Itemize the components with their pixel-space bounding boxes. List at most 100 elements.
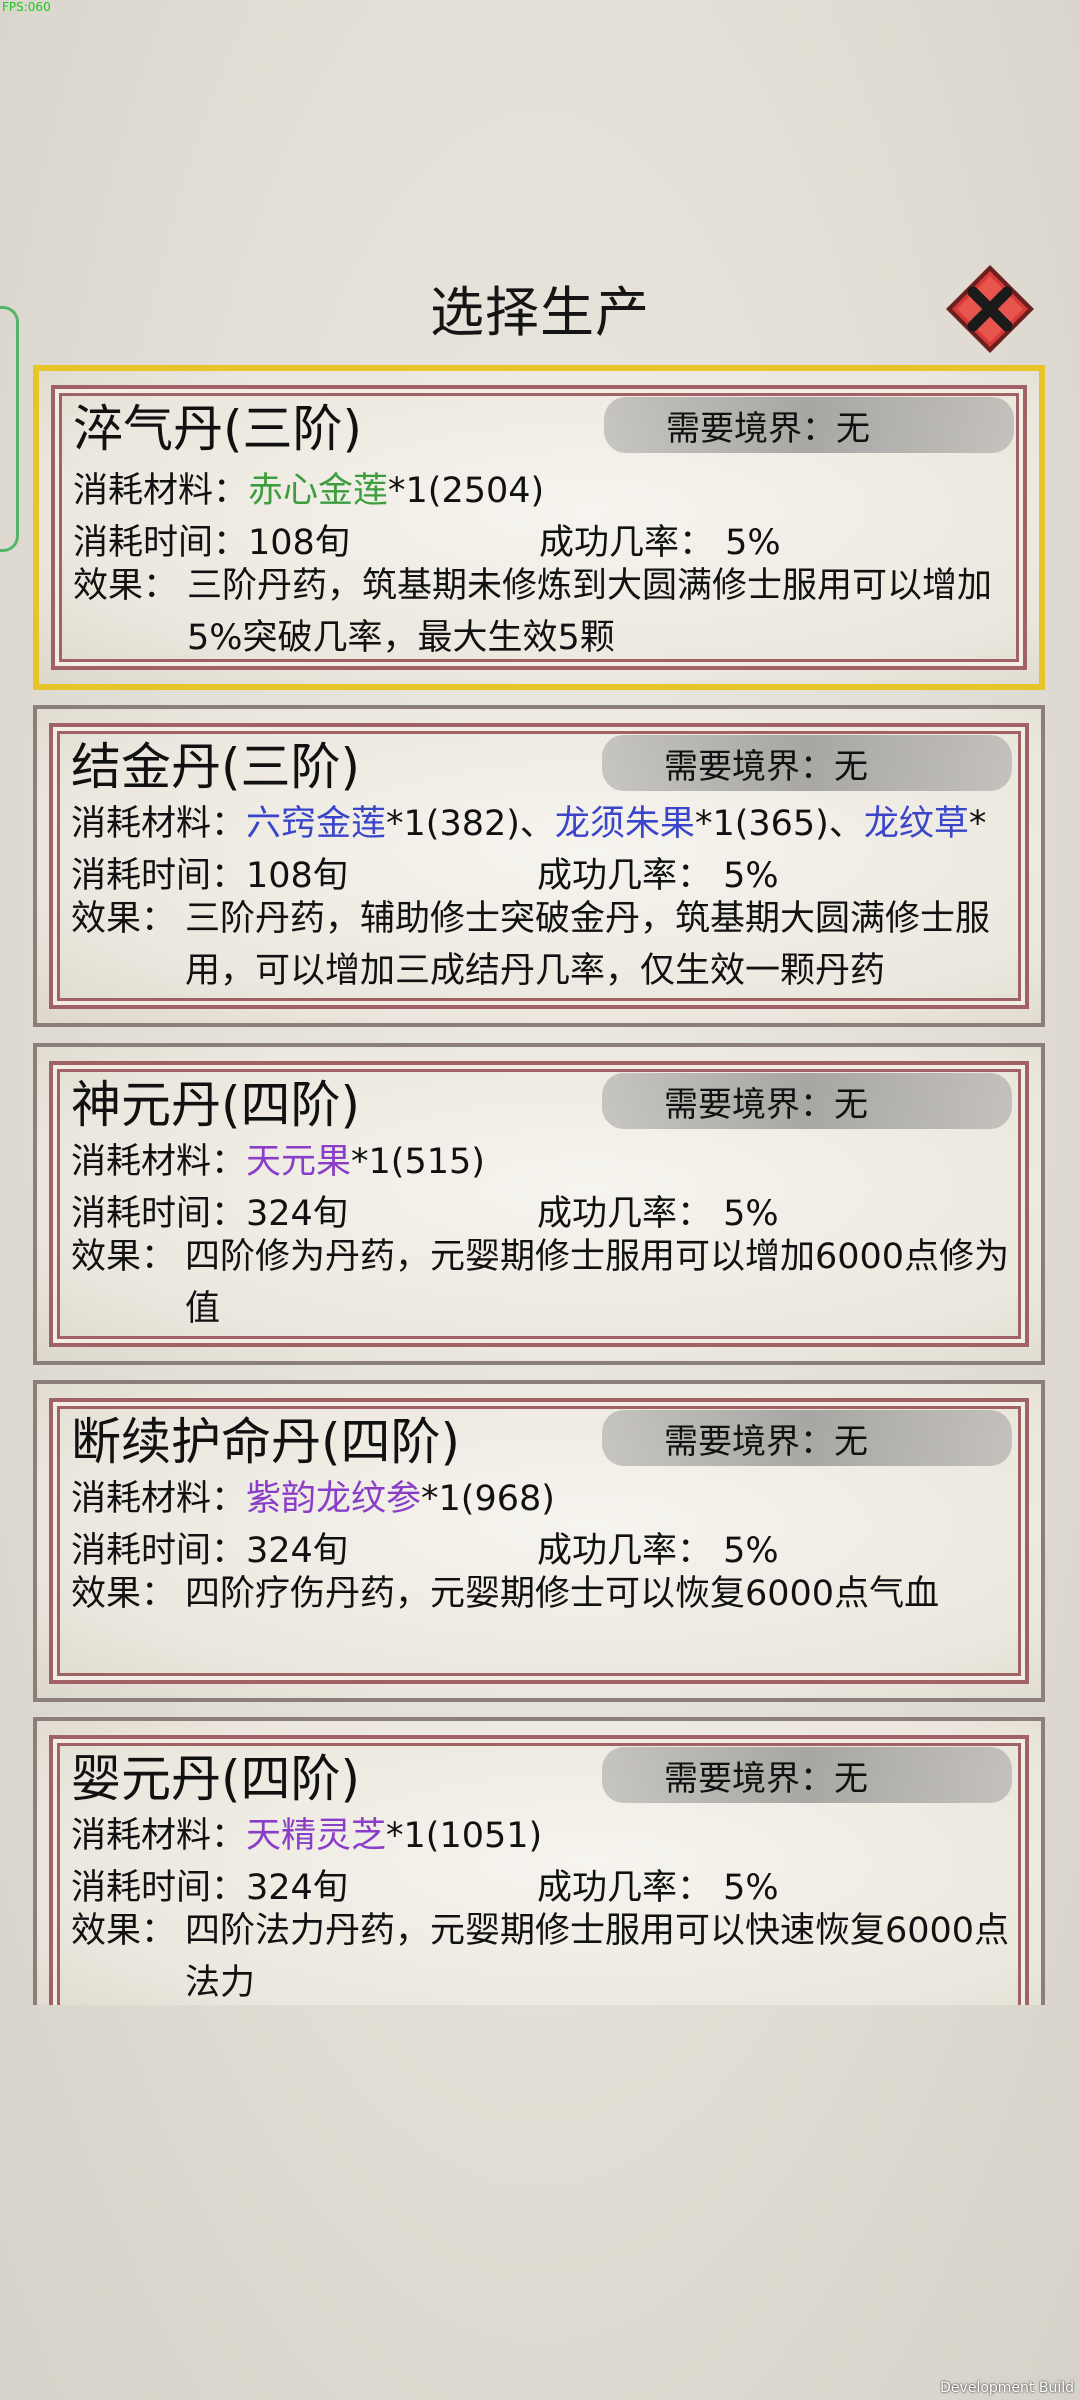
realm-label: 需要境界： — [664, 1084, 834, 1125]
effect-label: 效果： — [71, 1574, 177, 1614]
rate-value: 5% — [723, 856, 779, 896]
effect-row: 效果： 三阶丹药，筑基期未修炼到大圆满修士服用可以增加5%突破几率，最大生效5颗 — [73, 560, 1023, 664]
rate-row: 成功几率： 5% — [537, 1859, 779, 1910]
material-name: 龙须朱果 — [554, 804, 695, 844]
recipe-card[interactable]: 结金丹(三阶) 需要境界：无 消耗材料：六窍金莲*1(382)、龙须朱果*1(3… — [33, 705, 1045, 1027]
rate-row: 成功几率： 5% — [537, 1185, 779, 1236]
recipe-list[interactable]: 淬气丹(三阶) 需要境界：无 消耗材料：赤心金莲*1(2504) 消耗时间：10… — [33, 365, 1045, 2005]
material-qty: *1(2504) — [388, 471, 545, 511]
realm-value: 无 — [834, 1084, 868, 1125]
realm-value: 无 — [834, 746, 868, 787]
rate-row: 成功几率： 5% — [537, 847, 779, 898]
realm-value: 无 — [836, 408, 870, 449]
realm-label: 需要境界： — [666, 408, 836, 449]
rate-row: 成功几率： 5% — [537, 1522, 779, 1573]
effect-text: 四阶疗伤丹药，元婴期修士可以恢复6000点气血 — [185, 1574, 940, 1614]
recipe-card[interactable]: 断续护命丹(四阶) 需要境界：无 消耗材料：紫韵龙纹参*1(968) 消耗时间：… — [33, 1380, 1045, 1702]
recipe-card[interactable]: 婴元丹(四阶) 需要境界：无 消耗材料：天精灵芝*1(1051) 消耗时间：32… — [33, 1717, 1045, 2005]
effect-row: 效果： 四阶法力丹药，元婴期修士服用可以快速恢复6000点法力 — [71, 1905, 1021, 2005]
time-row: 消耗时间：324旬 — [71, 1522, 348, 1573]
effect-text: 三阶丹药，筑基期未修炼到大圆满修士服用可以增加5%突破几率，最大生效5颗 — [187, 566, 993, 658]
materials-label: 消耗材料： — [71, 1479, 247, 1519]
materials-row: 消耗材料：天元果*1(515) — [71, 1133, 485, 1184]
time-label: 消耗时间： — [71, 1868, 247, 1908]
effect-row: 效果： 四阶修为丹药，元婴期修士服用可以增加6000点修为值 — [71, 1231, 1021, 1335]
time-label: 消耗时间： — [71, 1531, 247, 1571]
realm-requirement: 需要境界：无 — [602, 1073, 1012, 1129]
material-qty: *1(515) — [351, 1142, 485, 1182]
recipe-card[interactable]: 淬气丹(三阶) 需要境界：无 消耗材料：赤心金莲*1(2504) 消耗时间：10… — [33, 365, 1045, 690]
recipe-name: 神元丹(四阶) — [71, 1076, 361, 1134]
rate-label: 成功几率： — [537, 1531, 713, 1571]
rate-value: 5% — [723, 1531, 779, 1571]
time-value: 324旬 — [246, 1531, 348, 1571]
time-label: 消耗时间： — [71, 856, 247, 896]
materials-row: 消耗材料：紫韵龙纹参*1(968) — [71, 1470, 555, 1521]
effect-text: 四阶修为丹药，元婴期修士服用可以增加6000点修为值 — [185, 1237, 1010, 1329]
recipe-name: 婴元丹(四阶) — [71, 1750, 361, 1808]
recipe-card[interactable]: 神元丹(四阶) 需要境界：无 消耗材料：天元果*1(515) 消耗时间：324旬… — [33, 1043, 1045, 1365]
close-icon — [946, 265, 1034, 353]
materials-label: 消耗材料： — [71, 1816, 247, 1856]
material-name: 天精灵芝 — [246, 1816, 387, 1856]
material-qty: *1(382)、 — [386, 804, 555, 844]
time-row: 消耗时间：108旬 — [71, 847, 348, 898]
time-row: 消耗时间：108旬 — [73, 514, 350, 565]
material-name: 紫韵龙纹参 — [246, 1479, 422, 1519]
material-name: 六窍金莲 — [246, 804, 387, 844]
effect-row: 效果： 四阶疗伤丹药，元婴期修士可以恢复6000点气血 — [71, 1568, 1021, 1620]
rate-value: 5% — [725, 523, 781, 563]
time-value: 324旬 — [246, 1868, 348, 1908]
materials-label: 消耗材料： — [71, 1142, 247, 1182]
time-value: 108旬 — [246, 856, 348, 896]
realm-requirement: 需要境界：无 — [602, 1410, 1012, 1466]
effect-label: 效果： — [71, 1911, 177, 1951]
time-value: 108旬 — [248, 523, 350, 563]
effect-label: 效果： — [73, 566, 179, 606]
rate-value: 5% — [723, 1194, 779, 1234]
rate-label: 成功几率： — [537, 1194, 713, 1234]
time-row: 消耗时间：324旬 — [71, 1185, 348, 1236]
close-button[interactable] — [943, 262, 1037, 356]
recipe-name: 断续护命丹(四阶) — [71, 1413, 461, 1471]
dev-build-label: Development Build — [940, 2380, 1074, 2396]
time-label: 消耗时间： — [73, 523, 249, 563]
fps-counter: FPS:060 — [2, 0, 51, 14]
materials-label: 消耗材料： — [73, 471, 249, 511]
material-name: 天元果 — [246, 1142, 352, 1182]
rate-label: 成功几率： — [539, 523, 715, 563]
rate-row: 成功几率： 5% — [539, 514, 781, 565]
effect-text: 三阶丹药，辅助修士突破金丹，筑基期大圆满修士服用，可以增加三成结丹几率，仅生效一… — [185, 899, 991, 991]
realm-requirement: 需要境界：无 — [602, 1747, 1012, 1803]
effect-label: 效果： — [71, 899, 177, 939]
materials-row: 消耗材料：六窍金莲*1(382)、龙须朱果*1(365)、龙纹草* — [71, 795, 986, 846]
realm-value: 无 — [834, 1758, 868, 1799]
material-qty: *1(968) — [421, 1479, 555, 1519]
page-title: 选择生产 — [430, 281, 650, 344]
time-value: 324旬 — [246, 1194, 348, 1234]
rate-label: 成功几率： — [537, 856, 713, 896]
rate-label: 成功几率： — [537, 1868, 713, 1908]
material-name: 赤心金莲 — [248, 471, 389, 511]
recipe-name: 结金丹(三阶) — [71, 738, 361, 796]
realm-requirement: 需要境界：无 — [602, 735, 1012, 791]
rate-value: 5% — [723, 1868, 779, 1908]
material-name: 龙纹草 — [863, 804, 969, 844]
realm-label: 需要境界： — [664, 746, 834, 787]
realm-value: 无 — [834, 1421, 868, 1462]
time-label: 消耗时间： — [71, 1194, 247, 1234]
effect-label: 效果： — [71, 1237, 177, 1277]
realm-requirement: 需要境界：无 — [604, 397, 1014, 453]
material-qty: *1(365)、 — [694, 804, 864, 844]
materials-row: 消耗材料：赤心金莲*1(2504) — [73, 462, 544, 513]
realm-label: 需要境界： — [664, 1758, 834, 1799]
materials-row: 消耗材料：天精灵芝*1(1051) — [71, 1807, 542, 1858]
material-qty: * — [968, 804, 987, 844]
effect-text: 四阶法力丹药，元婴期修士服用可以快速恢复6000点法力 — [185, 1911, 1010, 2003]
time-row: 消耗时间：324旬 — [71, 1859, 348, 1910]
realm-label: 需要境界： — [664, 1421, 834, 1462]
effect-row: 效果： 三阶丹药，辅助修士突破金丹，筑基期大圆满修士服用，可以增加三成结丹几率，仅… — [71, 893, 1021, 997]
recipe-name: 淬气丹(三阶) — [73, 400, 363, 458]
materials-label: 消耗材料： — [71, 804, 247, 844]
material-qty: *1(1051) — [386, 1816, 543, 1856]
